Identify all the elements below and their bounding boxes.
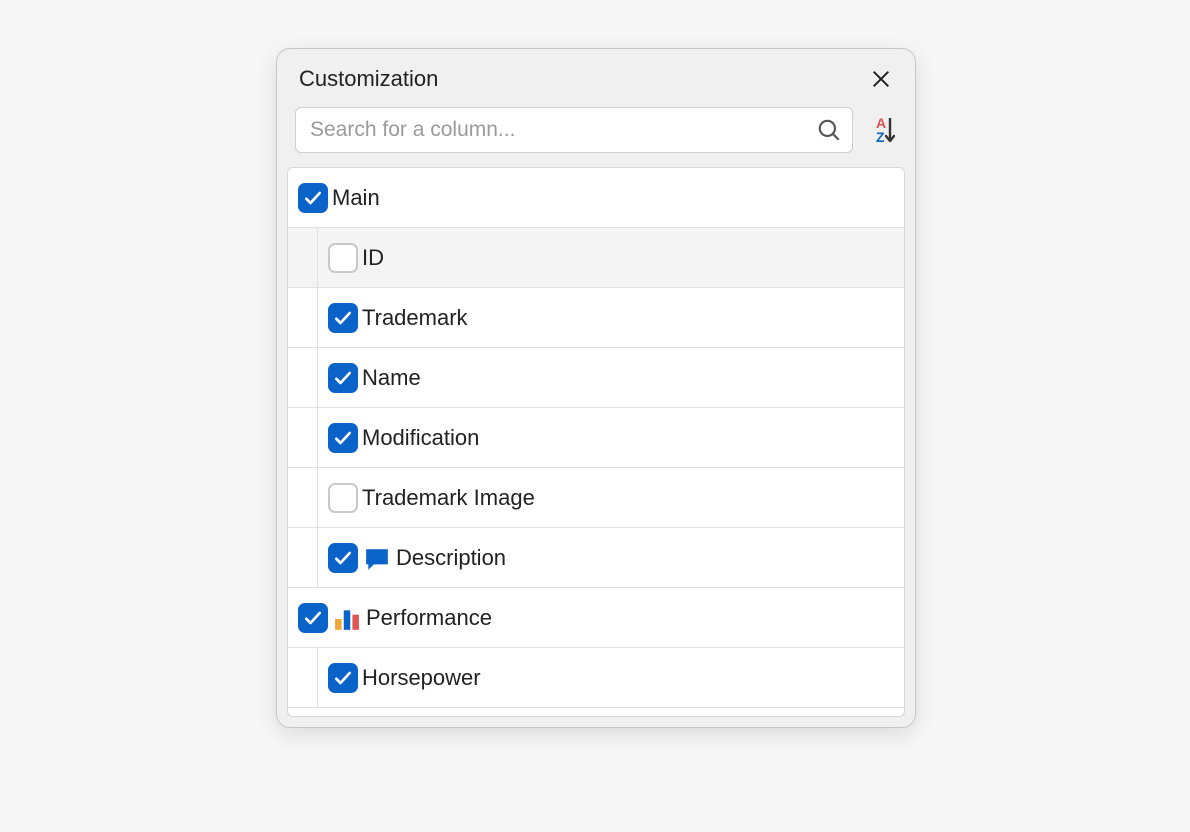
scroll-filler bbox=[288, 708, 904, 716]
group-label: Performance bbox=[366, 605, 492, 631]
column-item-name[interactable]: Name bbox=[288, 348, 904, 408]
checkbox-trademark-image[interactable] bbox=[328, 483, 358, 513]
group-label: Main bbox=[332, 185, 380, 211]
column-tree[interactable]: Main ID Trademark bbox=[288, 168, 904, 716]
checkbox-id[interactable] bbox=[328, 243, 358, 273]
sort-az-button[interactable]: A Z bbox=[865, 112, 897, 148]
checkbox-name[interactable] bbox=[328, 363, 358, 393]
column-item-id[interactable]: ID bbox=[288, 228, 904, 288]
bar-chart-icon bbox=[334, 606, 360, 630]
item-label: Modification bbox=[362, 425, 479, 451]
dialog-header: Customization bbox=[277, 49, 915, 107]
tree-indent bbox=[288, 288, 318, 347]
search-icon[interactable] bbox=[816, 117, 842, 143]
customization-dialog: Customization A Z bbox=[276, 48, 916, 728]
item-label: Name bbox=[362, 365, 421, 391]
tree-indent bbox=[288, 468, 318, 527]
tree-indent bbox=[288, 228, 318, 287]
checkbox-performance[interactable] bbox=[298, 603, 328, 633]
tree-indent bbox=[288, 348, 318, 407]
item-label: ID bbox=[362, 245, 384, 271]
close-button[interactable] bbox=[867, 65, 895, 93]
group-row-main[interactable]: Main bbox=[288, 168, 904, 228]
close-icon bbox=[870, 68, 892, 90]
comment-icon bbox=[364, 546, 390, 570]
item-label: Description bbox=[396, 545, 506, 571]
group-row-performance[interactable]: Performance bbox=[288, 588, 904, 648]
item-label: Horsepower bbox=[362, 665, 481, 691]
column-item-modification[interactable]: Modification bbox=[288, 408, 904, 468]
column-item-description[interactable]: Description bbox=[288, 528, 904, 588]
search-row: A Z bbox=[277, 107, 915, 167]
column-list-panel: Main ID Trademark bbox=[287, 167, 905, 717]
checkbox-main[interactable] bbox=[298, 183, 328, 213]
item-label: Trademark bbox=[362, 305, 468, 331]
column-item-trademark-image[interactable]: Trademark Image bbox=[288, 468, 904, 528]
checkbox-modification[interactable] bbox=[328, 423, 358, 453]
dialog-title: Customization bbox=[299, 66, 438, 92]
checkbox-description[interactable] bbox=[328, 543, 358, 573]
checkbox-trademark[interactable] bbox=[328, 303, 358, 333]
column-item-horsepower[interactable]: Horsepower bbox=[288, 648, 904, 708]
tree-indent bbox=[288, 528, 318, 587]
column-item-trademark[interactable]: Trademark bbox=[288, 288, 904, 348]
checkbox-horsepower[interactable] bbox=[328, 663, 358, 693]
search-box bbox=[295, 107, 853, 153]
search-input[interactable] bbox=[310, 118, 816, 142]
tree-indent bbox=[288, 648, 318, 707]
item-label: Trademark Image bbox=[362, 485, 535, 511]
tree-indent bbox=[288, 408, 318, 467]
arrow-down-icon bbox=[885, 116, 895, 144]
